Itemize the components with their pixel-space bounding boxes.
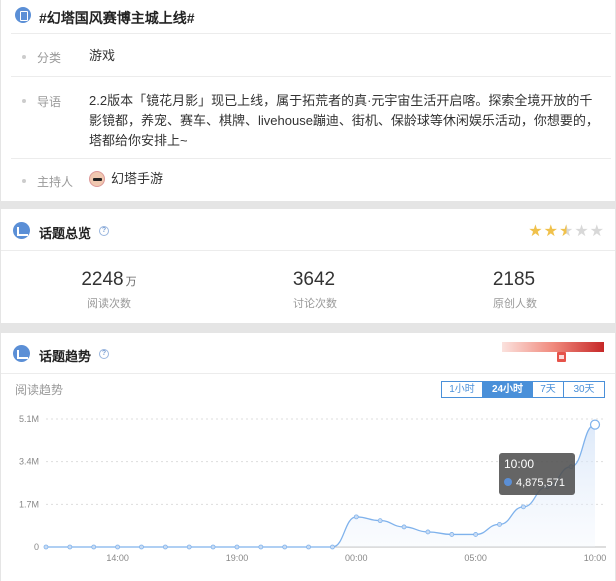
stat-original-authors: 2185 原创人数	[415, 269, 615, 311]
chart-icon	[13, 222, 30, 239]
y-tick-label: 1.7M	[19, 499, 39, 509]
category-value: 游戏	[89, 48, 116, 63]
stat-label: 原创人数	[493, 298, 537, 310]
tooltip-time: 10:00	[504, 457, 534, 471]
data-point	[473, 532, 479, 537]
read-trend-chart[interactable]: 0 1.7M 3.4M 5.1M 14:00 19:00 00:00 05:00 10:00 10…	[1, 333, 615, 581]
topic-title: #幻塔国风赛博主城上线#	[39, 10, 195, 26]
data-point	[497, 522, 502, 527]
intro-label: 导语	[37, 95, 62, 109]
data-point	[210, 544, 216, 550]
data-point	[186, 544, 192, 550]
data-point	[115, 544, 121, 550]
rating-stars: ★★★★★	[528, 221, 605, 241]
data-point	[377, 518, 383, 524]
data-point	[589, 419, 601, 430]
data-point	[139, 544, 144, 550]
data-point	[162, 544, 168, 550]
data-point	[520, 504, 526, 510]
x-tick-label: 10:00	[584, 553, 607, 563]
x-tick-label: 00:00	[345, 553, 368, 563]
topic-doc-icon	[15, 7, 31, 23]
host-name-link[interactable]: 幻塔手游	[111, 169, 163, 189]
data-point	[401, 524, 407, 530]
star-icon: ★	[574, 223, 590, 240]
host-avatar[interactable]	[89, 171, 105, 187]
divider	[11, 158, 611, 159]
help-icon[interactable]: ?	[99, 226, 109, 236]
star-icon: ★	[543, 223, 559, 240]
intro-text: 2.2版本「镜花月影」现已上线，属于拓荒者的真·元宇宙生活开启喀。探索全境开放的…	[89, 93, 599, 148]
stat-reads: 2248 万 阅读次数	[9, 269, 209, 311]
y-tick-label: 3.4M	[19, 457, 39, 467]
star-icon: ★	[528, 223, 544, 240]
star-icon: ★	[558, 223, 575, 240]
overview-title: 话题总览	[39, 226, 92, 241]
topic-info-panel: #幻塔国风赛博主城上线# 分类 游戏 导语 2.2版本「镜花月影」现已上线，属于…	[1, 0, 615, 201]
topic-overview-panel: 话题总览 ? ★★★★★ 2248 万 阅读次数 3642 讨论次数 2185 原…	[1, 209, 615, 323]
divider	[11, 76, 611, 77]
data-point	[91, 544, 97, 550]
divider	[11, 33, 611, 34]
data-point	[67, 544, 73, 550]
bullet-icon	[22, 55, 26, 59]
data-point	[234, 544, 240, 550]
category-label: 分类	[37, 51, 62, 65]
stat-unit: 万	[125, 276, 137, 288]
data-point	[306, 544, 311, 550]
data-point	[282, 544, 288, 550]
data-point	[258, 544, 264, 550]
bullet-icon	[22, 99, 26, 103]
host-label: 主持人	[37, 175, 74, 189]
topic-trend-panel: 话题趋势 ? 阅读趋势 1小时 24小时 7天 30天 0 1.7M 3.4M 5.1…	[1, 333, 615, 581]
tooltip-series-dot	[504, 478, 512, 486]
y-tick-label: 5.1M	[19, 414, 39, 424]
stat-value: 3642	[292, 269, 336, 290]
data-point	[43, 544, 49, 550]
data-point	[449, 532, 455, 537]
y-tick-label: 0	[34, 542, 39, 552]
x-tick-label: 19:00	[226, 553, 249, 563]
stat-label: 讨论次数	[293, 298, 337, 310]
stat-discussions: 3642 讨论次数	[215, 269, 415, 311]
divider	[1, 250, 615, 251]
x-tick-label: 14:00	[106, 553, 129, 563]
tooltip-value: 4,875,571	[516, 477, 565, 489]
stat-value: 2248	[81, 269, 124, 290]
data-point	[353, 514, 359, 520]
x-tick-label: 05:00	[464, 553, 487, 563]
data-point	[425, 529, 431, 535]
stat-value: 2185	[492, 269, 536, 290]
data-point	[330, 544, 335, 550]
star-icon: ★	[589, 223, 605, 240]
bullet-icon	[22, 179, 26, 183]
stat-label: 阅读次数	[87, 298, 131, 310]
